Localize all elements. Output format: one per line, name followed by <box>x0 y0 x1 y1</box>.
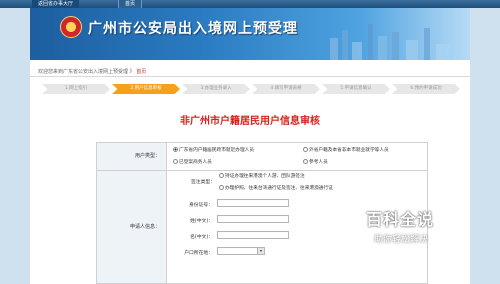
radio-icon <box>303 159 308 164</box>
given-name-label: 名(中文)： <box>190 235 213 240</box>
city-skyline-graphic <box>330 24 450 60</box>
nav-home[interactable]: 首页 <box>118 0 143 8</box>
breadcrumb-current[interactable]: 首页 <box>136 69 146 75</box>
nav-return-hall[interactable]: 返回省办事大厅 <box>32 0 80 8</box>
step-2-active: 2.用户信息审核 <box>112 84 180 94</box>
breadcrumb-prefix: 欢迎您来到广东省公安出入境网上预受理 》 <box>38 69 135 75</box>
endorsement-option-hk-macau[interactable]: 持证办理往来港澳个人游、团队游签注 <box>219 173 305 179</box>
header-banner: 广州市公安局出入境网上预受理 <box>30 8 470 60</box>
id-number-label: 身份证号： <box>189 203 213 208</box>
user-type-option-guangdong[interactable]: 广东省内户籍居民跨市就近办理人员 <box>173 147 254 153</box>
radio-selected-icon <box>173 147 178 152</box>
user-type-option-business[interactable]: 已登案商务人员 <box>173 159 212 165</box>
banner-title: 广州市公安局出入境网上预受理 <box>88 21 298 37</box>
progress-steps: 1.网上指引 2.用户信息审核 3.办理业务录入 4.填写申请表格 5.申请信息… <box>42 84 462 94</box>
right-background-strip <box>470 8 500 284</box>
left-background-strip <box>0 8 30 284</box>
police-emblem-icon <box>60 16 82 38</box>
step-4: 4.填写申请表格 <box>252 84 320 94</box>
step-6: 6.预约申请成功 <box>392 84 460 94</box>
watermark-title: 百科全说 <box>366 210 435 229</box>
applicant-info-label: 申请人信息： <box>97 171 167 283</box>
user-type-option-reference[interactable]: 參考人员 <box>303 159 328 165</box>
top-nav-bar: 返回省办事大厅 首页 <box>0 0 500 8</box>
step-5: 5.申请信息确认 <box>322 84 390 94</box>
radio-icon <box>173 159 178 164</box>
watermark-logo: 百科全说 助你轻松解决 <box>366 206 470 258</box>
residence-label: 户口所在地： <box>184 251 213 256</box>
user-type-option-other-province[interactable]: 外省户籍及本省非本市就业就学等人员 <box>303 147 389 153</box>
given-name-input[interactable] <box>217 231 289 239</box>
surname-label: 姓(中文)： <box>190 219 213 224</box>
radio-icon <box>219 173 224 178</box>
user-type-label: 用户类型： <box>97 143 167 170</box>
endorsement-option-passport[interactable]: 办理护照、往来台湾通行证及签注、往来港澳通行证 <box>219 185 333 191</box>
residence-select[interactable]: ▾ <box>217 247 265 255</box>
endorsement-type-label: 签注类型： <box>191 180 215 185</box>
radio-icon <box>303 147 308 152</box>
step-1: 1.网上指引 <box>42 84 110 94</box>
user-type-row: 用户类型： 广东省内户籍居民跨市就近办理人员 外省户籍及本省非本市就业就学等人员… <box>97 143 427 171</box>
id-number-input[interactable] <box>217 199 289 207</box>
surname-input[interactable] <box>217 215 289 223</box>
chevron-down-icon: ▾ <box>257 248 264 254</box>
divider <box>30 76 470 77</box>
watermark-subtitle: 助你轻松解决 <box>374 235 429 245</box>
step-3: 3.办理业务录入 <box>182 84 250 94</box>
form-title: 非广州市户籍居民用户信息审核 <box>180 116 320 127</box>
breadcrumb: 欢迎您来到广东省公安出入境网上预受理 》 首页 <box>38 68 146 75</box>
radio-icon <box>219 185 224 190</box>
